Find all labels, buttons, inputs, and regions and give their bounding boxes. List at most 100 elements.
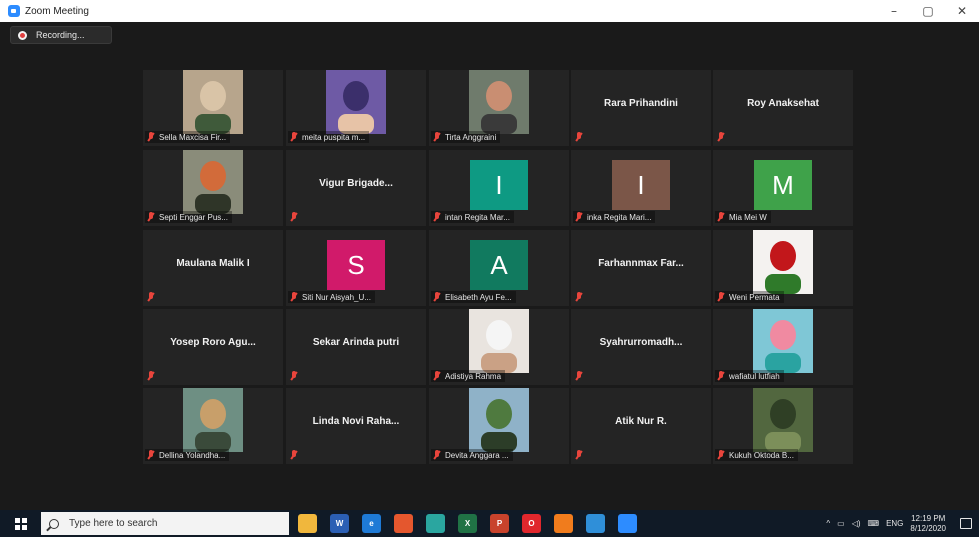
muted-mic-icon bbox=[290, 450, 298, 460]
minimize-button[interactable]: – bbox=[877, 0, 911, 22]
participant-profile-picture bbox=[753, 388, 813, 452]
participant-name-bar bbox=[715, 131, 729, 143]
participant-name-bar: Dellina Yolandha... bbox=[145, 449, 230, 461]
participant-tile[interactable]: Adistiya Rahma bbox=[429, 309, 569, 385]
participant-name: inka Regita Mari... bbox=[587, 212, 652, 222]
excel-icon[interactable]: X bbox=[458, 514, 477, 533]
participant-tile[interactable]: Tirta Anggraini bbox=[429, 70, 569, 146]
opera-icon[interactable]: O bbox=[522, 514, 541, 533]
participant-name: Kukuh Oktoda B... bbox=[729, 450, 794, 460]
participant-tile[interactable]: Iinka Regita Mari... bbox=[571, 150, 711, 226]
participant-tile[interactable]: Sella Maxcisa Fir... bbox=[143, 70, 283, 146]
close-button[interactable]: ✕ bbox=[945, 0, 979, 22]
participant-tile[interactable]: M Mia Mei W bbox=[713, 150, 853, 226]
volume-icon[interactable]: ◁) bbox=[852, 519, 861, 528]
participant-display-name: Farhannmax Far... bbox=[598, 258, 684, 269]
muted-mic-icon bbox=[575, 450, 583, 460]
participant-tile[interactable]: Sekar Arinda putri bbox=[286, 309, 426, 385]
participant-name: intan Regita Mar... bbox=[445, 212, 510, 222]
participant-tile[interactable]: Linda Novi Raha... bbox=[286, 388, 426, 464]
word-icon[interactable]: W bbox=[330, 514, 349, 533]
muted-mic-icon bbox=[717, 292, 725, 302]
zoom-window: Zoom Meeting – ▢ ✕ Recording... Sella Ma… bbox=[0, 0, 979, 537]
participant-tile[interactable]: Septi Enggar Pus... bbox=[143, 150, 283, 226]
maximize-button[interactable]: ▢ bbox=[911, 0, 945, 22]
clock-date: 8/12/2020 bbox=[910, 523, 946, 533]
muted-mic-icon bbox=[433, 371, 441, 381]
participant-tile[interactable]: Atik Nur R. bbox=[571, 388, 711, 464]
participant-profile-picture bbox=[753, 309, 813, 373]
participant-tile[interactable]: S Siti Nur Aisyah_U... bbox=[286, 230, 426, 306]
participant-tile[interactable]: A Elisabeth Ayu Fe... bbox=[429, 230, 569, 306]
participant-name-bar: Tirta Anggraini bbox=[431, 131, 501, 143]
taskbar-search-input[interactable]: Type here to search bbox=[41, 512, 289, 535]
notifications-icon[interactable] bbox=[960, 518, 972, 529]
participant-tile[interactable]: wafiatul lutfiah bbox=[713, 309, 853, 385]
muted-mic-icon bbox=[717, 371, 725, 381]
participant-name-bar: Kukuh Oktoda B... bbox=[715, 449, 798, 461]
participant-name-bar bbox=[573, 449, 587, 461]
participant-name-bar bbox=[573, 291, 587, 303]
meeting-area: Recording... Sella Maxcisa Fir... meita p… bbox=[0, 22, 979, 510]
participant-tile[interactable]: Kukuh Oktoda B... bbox=[713, 388, 853, 464]
tray-chevron-icon[interactable]: ^ bbox=[826, 519, 830, 528]
participant-initial-avatar: S bbox=[327, 240, 385, 290]
participant-initial-avatar: M bbox=[754, 160, 812, 210]
search-app-icon[interactable] bbox=[426, 514, 445, 533]
participant-name-bar: inka Regita Mari... bbox=[573, 211, 656, 223]
firefox-icon[interactable] bbox=[554, 514, 573, 533]
participant-name: Tirta Anggraini bbox=[445, 132, 497, 142]
participant-name-bar: Septi Enggar Pus... bbox=[145, 211, 232, 223]
participant-tile[interactable]: Maulana Malik I bbox=[143, 230, 283, 306]
window-title: Zoom Meeting bbox=[25, 5, 89, 17]
participant-name-bar: wafiatul lutfiah bbox=[715, 370, 784, 382]
participant-tile[interactable]: Devita Anggara ... bbox=[429, 388, 569, 464]
participant-tile[interactable]: Farhannmax Far... bbox=[571, 230, 711, 306]
participant-name-bar: Weni Permata bbox=[715, 291, 784, 303]
participant-tile[interactable]: Vigur Brigade... bbox=[286, 150, 426, 226]
participant-tile[interactable]: Rara Prihandini bbox=[571, 70, 711, 146]
participant-video bbox=[326, 70, 386, 134]
muted-mic-icon bbox=[290, 371, 298, 381]
participant-name-bar: intan Regita Mar... bbox=[431, 211, 514, 223]
participant-tile[interactable]: Dellina Yolandha... bbox=[143, 388, 283, 464]
participant-name-bar: meita puspita m... bbox=[288, 131, 370, 143]
participant-name: Septi Enggar Pus... bbox=[159, 212, 228, 222]
windows-start-icon[interactable] bbox=[15, 518, 27, 530]
participant-name: Siti Nur Aisyah_U... bbox=[302, 292, 371, 302]
clock[interactable]: 12:19 PM 8/12/2020 bbox=[910, 514, 946, 534]
zoom-icon[interactable] bbox=[618, 514, 637, 533]
muted-mic-icon bbox=[717, 132, 725, 142]
participant-display-name: Yosep Roro Agu... bbox=[170, 337, 256, 348]
participant-initial-avatar: I bbox=[612, 160, 670, 210]
participant-name: meita puspita m... bbox=[302, 132, 366, 142]
recording-indicator[interactable]: Recording... bbox=[10, 26, 112, 44]
muted-mic-icon bbox=[147, 292, 155, 302]
participant-tile[interactable]: meita puspita m... bbox=[286, 70, 426, 146]
powerpoint-icon[interactable]: P bbox=[490, 514, 509, 533]
edge-icon[interactable]: e bbox=[362, 514, 381, 533]
participant-name-bar bbox=[288, 370, 302, 382]
language-indicator[interactable]: ENG bbox=[886, 519, 903, 528]
search-placeholder: Type here to search bbox=[69, 518, 158, 529]
clock-time: 12:19 PM bbox=[911, 513, 946, 523]
participant-display-name: Vigur Brigade... bbox=[319, 178, 393, 189]
participant-display-name: Sekar Arinda putri bbox=[312, 337, 400, 348]
participant-tile[interactable]: Roy Anaksehat bbox=[713, 70, 853, 146]
muted-mic-icon bbox=[290, 132, 298, 142]
file-explorer-icon[interactable] bbox=[298, 514, 317, 533]
store-icon[interactable] bbox=[586, 514, 605, 533]
participant-name-bar: Sella Maxcisa Fir... bbox=[145, 131, 231, 143]
office-icon[interactable] bbox=[394, 514, 413, 533]
window-controls: – ▢ ✕ bbox=[877, 0, 979, 22]
muted-mic-icon bbox=[575, 292, 583, 302]
participant-tile[interactable]: Weni Permata bbox=[713, 230, 853, 306]
participant-tile[interactable]: Iintan Regita Mar... bbox=[429, 150, 569, 226]
keyboard-icon[interactable]: ⌨ bbox=[868, 519, 880, 528]
network-icon[interactable]: ▭ bbox=[837, 519, 845, 528]
muted-mic-icon bbox=[717, 450, 725, 460]
title-bar: Zoom Meeting – ▢ ✕ bbox=[0, 0, 979, 22]
participant-tile[interactable]: Syahrurromadh... bbox=[571, 309, 711, 385]
participant-name: Adistiya Rahma bbox=[445, 371, 502, 381]
participant-tile[interactable]: Yosep Roro Agu... bbox=[143, 309, 283, 385]
